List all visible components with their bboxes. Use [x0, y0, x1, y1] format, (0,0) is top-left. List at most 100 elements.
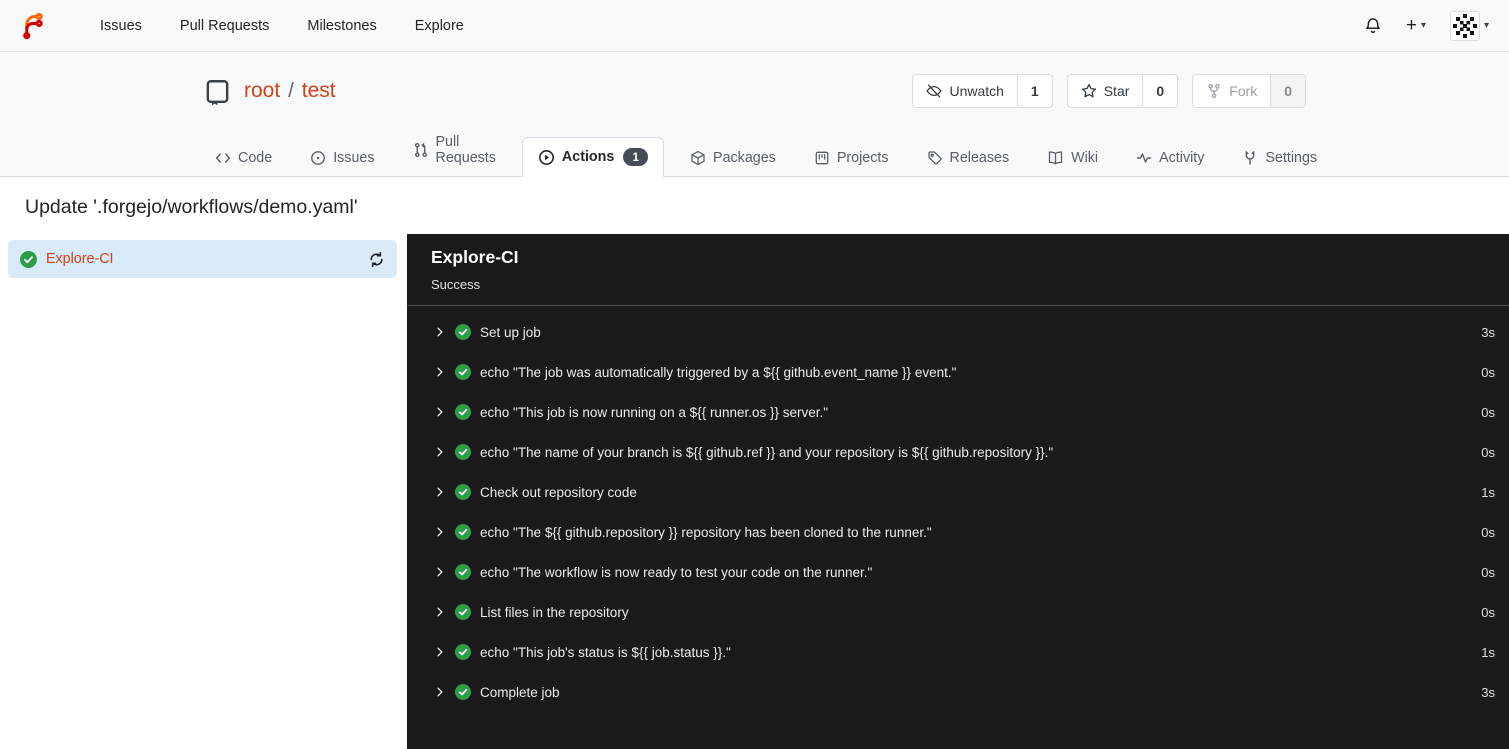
- step-name: echo "The ${{ github.repository }} repos…: [480, 524, 932, 540]
- tab-settings[interactable]: Settings: [1230, 140, 1329, 176]
- step-name: echo "The job was automatically triggere…: [480, 364, 957, 380]
- step-duration: 0s: [1481, 364, 1495, 380]
- chevron-right-icon[interactable]: [434, 406, 446, 418]
- step-success-icon: [455, 524, 471, 540]
- tab-activity-label: Activity: [1159, 150, 1205, 166]
- tab-pull-requests[interactable]: Pull Requests: [401, 124, 508, 176]
- step-duration: 3s: [1481, 684, 1495, 700]
- unwatch-button-group: Unwatch 1: [912, 74, 1053, 108]
- step-success-icon: [455, 644, 471, 660]
- step-row[interactable]: Check out repository code 1s: [407, 472, 1509, 512]
- step-success-icon: [455, 604, 471, 620]
- step-success-icon: [455, 364, 471, 380]
- tab-code-label: Code: [238, 150, 273, 166]
- step-name: echo "The name of your branch is ${{ git…: [480, 444, 1054, 460]
- step-duration: 0s: [1481, 444, 1495, 460]
- play-circle-icon: [538, 149, 554, 165]
- step-row[interactable]: Set up job 3s: [407, 312, 1509, 352]
- nav-item-issues[interactable]: Issues: [81, 18, 161, 34]
- step-success-icon: [455, 564, 471, 580]
- chevron-right-icon[interactable]: [434, 606, 446, 618]
- refresh-icon[interactable]: [368, 251, 385, 268]
- chevron-right-icon[interactable]: [434, 686, 446, 698]
- pull-request-icon: [414, 142, 427, 157]
- user-menu[interactable]: ▾: [1449, 10, 1489, 41]
- step-name: List files in the repository: [480, 604, 629, 620]
- navbar-right: + ▾ ▾: [1364, 10, 1489, 41]
- watchers-count[interactable]: 1: [1016, 75, 1052, 107]
- step-row[interactable]: echo "The workflow is now ready to test …: [407, 552, 1509, 592]
- chevron-right-icon[interactable]: [434, 566, 446, 578]
- repo-name-link[interactable]: test: [302, 79, 336, 103]
- fork-label: Fork: [1229, 83, 1258, 99]
- step-duration: 3s: [1481, 324, 1495, 340]
- job-log-panel: Explore-CI Success Set up job 3s echo "T…: [407, 234, 1509, 749]
- tab-releases[interactable]: Releases: [915, 140, 1022, 176]
- step-row[interactable]: Complete job 3s: [407, 672, 1509, 712]
- step-row[interactable]: echo "This job's status is ${{ job.statu…: [407, 632, 1509, 672]
- chevron-right-icon[interactable]: [434, 446, 446, 458]
- step-row[interactable]: echo "The name of your branch is ${{ git…: [407, 432, 1509, 472]
- tab-releases-label: Releases: [949, 150, 1010, 166]
- step-success-icon: [455, 484, 471, 500]
- run-body: Explore-CI Explore-CI Success Set up job…: [0, 234, 1509, 749]
- job-status: Success: [431, 277, 481, 292]
- repo-header: root / test Unwatch 1 Star 0 Fork 0 Code…: [0, 52, 1509, 177]
- repo-book-icon: [206, 79, 229, 105]
- step-duration: 0s: [1481, 604, 1495, 620]
- tab-pull-requests-label: Pull Requests: [435, 134, 496, 166]
- tab-issues-label: Issues: [333, 150, 375, 166]
- settings-tool-icon: [1245, 151, 1255, 165]
- forks-count[interactable]: 0: [1270, 75, 1305, 107]
- step-name: Check out repository code: [480, 484, 637, 500]
- step-row[interactable]: echo "This job is now running on a ${{ r…: [407, 392, 1509, 432]
- tab-issues[interactable]: Issues: [298, 140, 386, 176]
- fork-button-group: Fork 0: [1192, 74, 1306, 108]
- tab-actions[interactable]: Actions 1: [521, 137, 665, 177]
- project-board-icon: [815, 151, 829, 165]
- repo-owner-link[interactable]: root: [244, 79, 280, 103]
- star-button-group: Star 0: [1066, 74, 1179, 108]
- chevron-right-icon[interactable]: [434, 646, 446, 658]
- step-row[interactable]: List files in the repository 0s: [407, 592, 1509, 632]
- unwatch-label: Unwatch: [949, 83, 1004, 99]
- notifications-bell-icon[interactable]: [1364, 17, 1382, 35]
- sidebar-job-explore-ci[interactable]: Explore-CI: [8, 240, 397, 278]
- step-name: echo "This job is now running on a ${{ r…: [480, 404, 829, 420]
- repo-action-buttons: Unwatch 1 Star 0 Fork 0: [912, 74, 1306, 108]
- tab-projects-label: Projects: [836, 150, 889, 166]
- step-name: Set up job: [480, 324, 541, 340]
- unwatch-button[interactable]: Unwatch: [913, 75, 1016, 107]
- eye-slash-icon: [926, 84, 943, 98]
- page-title: Update '.forgejo/workflows/demo.yaml': [25, 196, 358, 218]
- step-row[interactable]: echo "The ${{ github.repository }} repos…: [407, 512, 1509, 552]
- step-name: echo "The workflow is now ready to test …: [480, 564, 873, 580]
- chevron-right-icon[interactable]: [434, 486, 446, 498]
- success-check-icon: [20, 250, 37, 268]
- repo-breadcrumb: root / test: [244, 79, 336, 103]
- step-row[interactable]: echo "The job was automatically triggere…: [407, 352, 1509, 392]
- repo-tabs: Code Issues Pull Requests Actions 1 Pack…: [203, 124, 1317, 177]
- nav-item-milestones[interactable]: Milestones: [288, 18, 395, 34]
- chevron-right-icon[interactable]: [434, 366, 446, 378]
- book-icon: [1048, 151, 1063, 165]
- tab-packages[interactable]: Packages: [678, 140, 788, 176]
- tab-code[interactable]: Code: [203, 140, 284, 176]
- step-duration: 0s: [1481, 404, 1495, 420]
- star-button[interactable]: Star: [1068, 75, 1143, 107]
- step-duration: 0s: [1481, 564, 1495, 580]
- tab-projects[interactable]: Projects: [802, 140, 901, 176]
- chevron-right-icon[interactable]: [434, 526, 446, 538]
- tab-activity[interactable]: Activity: [1124, 140, 1216, 176]
- nav-item-explore[interactable]: Explore: [396, 18, 483, 34]
- step-name: Complete job: [480, 684, 560, 700]
- chevron-right-icon[interactable]: [434, 326, 446, 338]
- fork-button[interactable]: Fork: [1193, 75, 1270, 107]
- nav-item-pull-requests[interactable]: Pull Requests: [161, 18, 288, 34]
- chevron-down-icon: ▾: [1420, 20, 1426, 31]
- forgejo-logo[interactable]: [20, 10, 47, 41]
- package-icon: [691, 150, 705, 166]
- create-new-button[interactable]: + ▾: [1406, 16, 1426, 35]
- stars-count[interactable]: 0: [1142, 75, 1177, 107]
- tab-wiki[interactable]: Wiki: [1035, 140, 1110, 176]
